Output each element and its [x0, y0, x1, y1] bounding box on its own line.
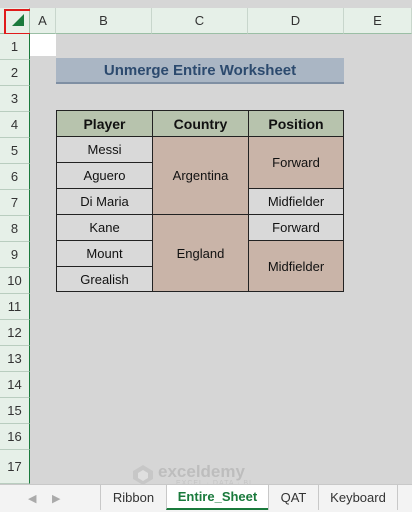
select-all-highlight: [4, 9, 32, 35]
active-cell-a1[interactable]: [30, 34, 56, 56]
row-header[interactable]: 8: [0, 216, 30, 242]
row-header[interactable]: 5: [0, 138, 30, 164]
row-header[interactable]: 14: [0, 372, 30, 398]
row-header[interactable]: 1: [0, 34, 30, 60]
sheet-tab-bar: ◀ ▶ Ribbon Entire_Sheet QAT Keyboard: [0, 484, 412, 512]
row-header[interactable]: 4: [0, 112, 30, 138]
tab-scroll-right-icon[interactable]: ▶: [52, 492, 60, 505]
tab-entire-sheet[interactable]: Entire_Sheet: [166, 485, 268, 510]
column-header-e[interactable]: E: [344, 8, 412, 34]
position-cell[interactable]: Forward: [248, 214, 344, 241]
watermark-name: exceldemy: [158, 462, 245, 481]
tab-keyboard[interactable]: Keyboard: [318, 485, 398, 510]
column-header-c[interactable]: C: [152, 8, 248, 34]
header-country[interactable]: Country: [152, 110, 249, 137]
player-cell[interactable]: Mount: [56, 240, 153, 267]
row-header[interactable]: 3: [0, 86, 30, 112]
exceldemy-logo-icon: [133, 465, 153, 485]
header-player[interactable]: Player: [56, 110, 153, 137]
position-cell-merged[interactable]: Midfielder: [248, 240, 344, 292]
row-header[interactable]: 9: [0, 242, 30, 268]
row-header[interactable]: 12: [0, 320, 30, 346]
position-cell-merged[interactable]: Forward: [248, 136, 344, 189]
row-header[interactable]: 13: [0, 346, 30, 372]
column-header-d[interactable]: D: [248, 8, 344, 34]
player-cell[interactable]: Messi: [56, 136, 153, 163]
position-cell[interactable]: Midfielder: [248, 188, 344, 215]
row-header[interactable]: 6: [0, 164, 30, 190]
country-cell-merged[interactable]: Argentina: [152, 136, 249, 215]
player-cell[interactable]: Kane: [56, 214, 153, 241]
column-header-a[interactable]: A: [30, 8, 56, 34]
row-header[interactable]: 7: [0, 190, 30, 216]
tab-ribbon[interactable]: Ribbon: [100, 485, 166, 510]
player-cell[interactable]: Aguero: [56, 162, 153, 189]
tab-scroll-left-icon[interactable]: ◀: [28, 492, 36, 505]
tab-qat[interactable]: QAT: [268, 485, 318, 510]
player-cell[interactable]: Di Maria: [56, 188, 153, 215]
row-header[interactable]: 2: [0, 60, 30, 86]
header-position[interactable]: Position: [248, 110, 344, 137]
row-header[interactable]: 15: [0, 398, 30, 424]
row-header[interactable]: 11: [0, 294, 30, 320]
sheet-title[interactable]: Unmerge Entire Worksheet: [56, 58, 344, 84]
row-header[interactable]: 17: [0, 450, 30, 484]
row-header[interactable]: 16: [0, 424, 30, 450]
player-cell[interactable]: Grealish: [56, 266, 153, 292]
column-header-b[interactable]: B: [56, 8, 152, 34]
country-cell-merged[interactable]: England: [152, 214, 249, 292]
row-header[interactable]: 10: [0, 268, 30, 294]
